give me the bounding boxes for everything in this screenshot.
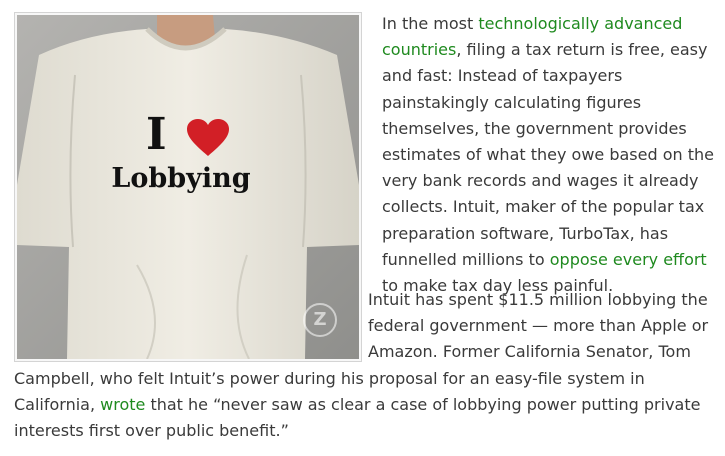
paragraph-1-text-a: In the most (382, 14, 479, 33)
shirt-slogan-top: I (17, 109, 359, 160)
shirt-slogan-bottom: Lobbying (111, 163, 251, 194)
paragraph-1-text-b: , filing a tax return is free, easy and … (382, 40, 714, 269)
figure-wrap-spacer (0, 287, 368, 365)
heart-icon (186, 118, 230, 158)
article-paragraph-1: In the most technologically advanced cou… (382, 11, 720, 299)
link-wrote[interactable]: wrote (100, 395, 145, 414)
article-paragraph-2: Intuit has spent $11.5 million lobbying … (0, 287, 725, 444)
link-oppose-every-effort[interactable]: oppose every effort (550, 250, 707, 269)
shirt-letter-i: I (146, 109, 169, 160)
